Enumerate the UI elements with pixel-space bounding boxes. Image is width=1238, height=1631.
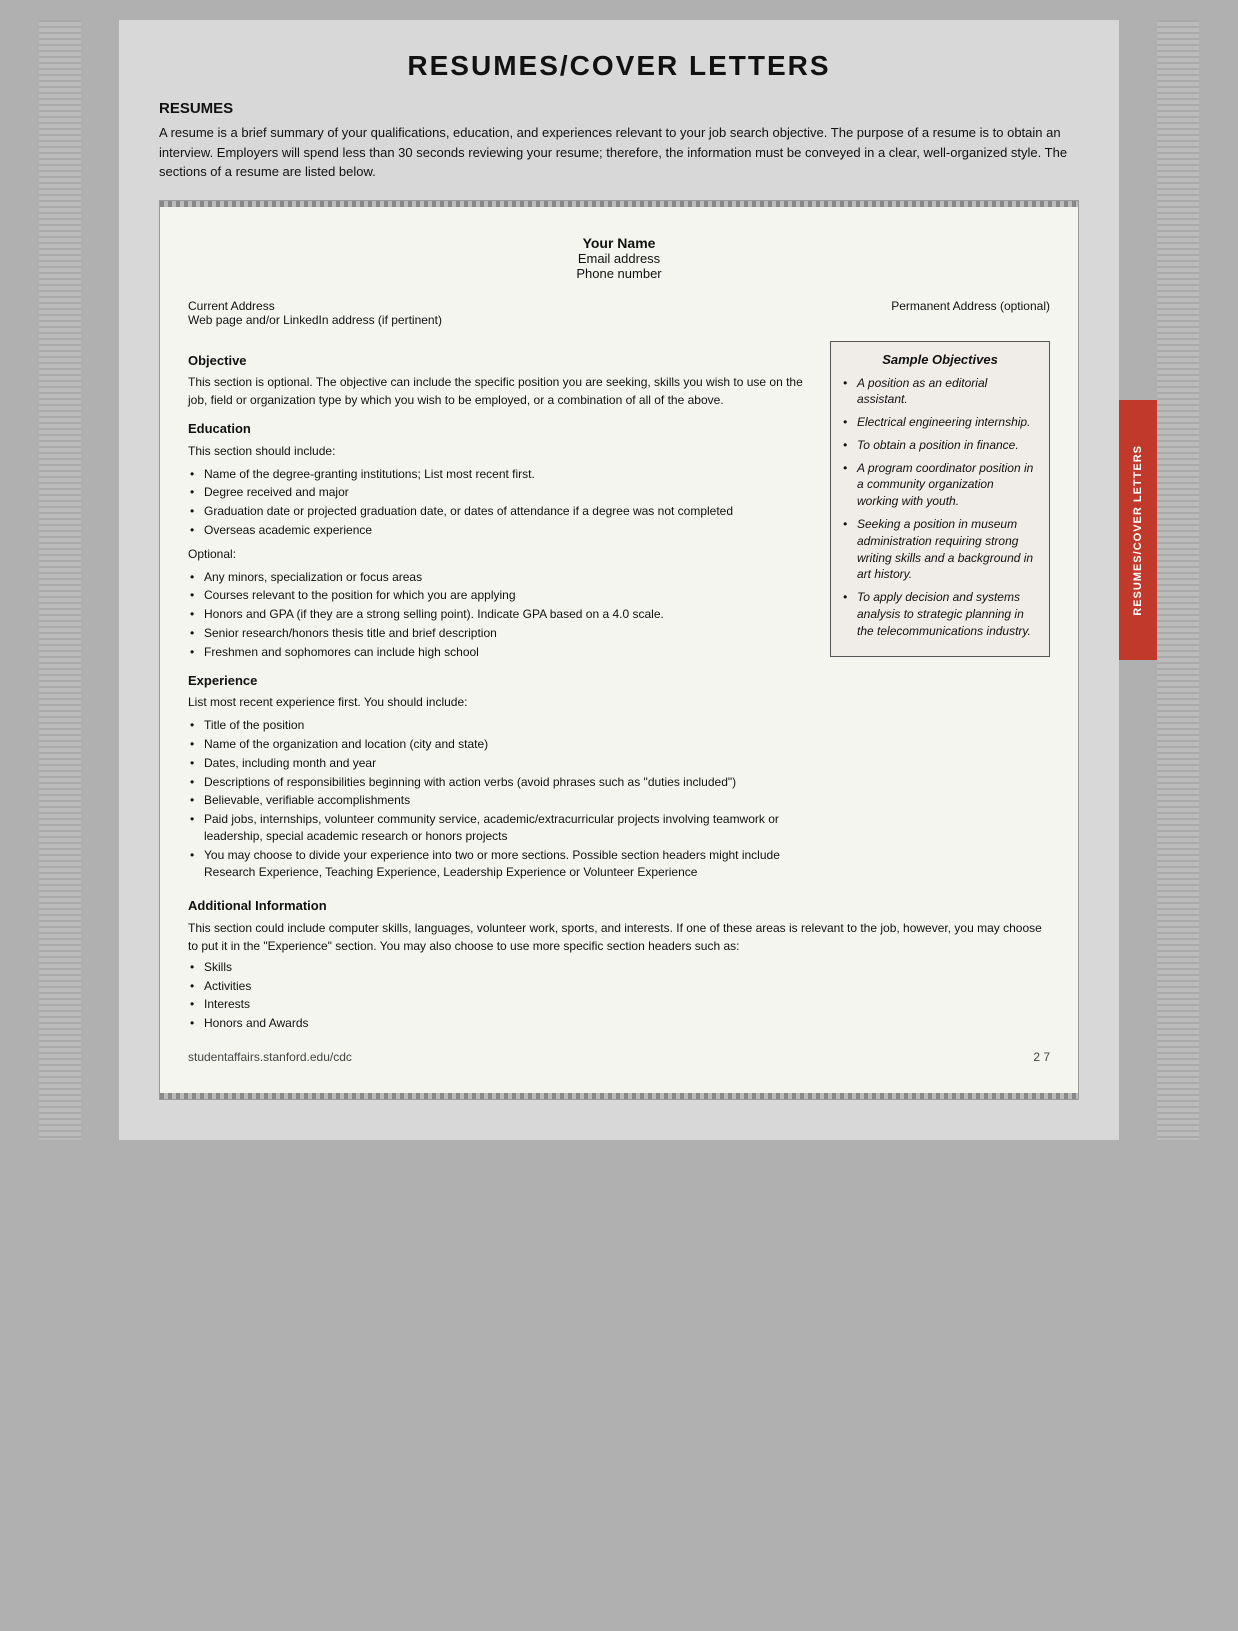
sample-objectives-box: Sample Objectives A position as an edito… — [830, 341, 1050, 657]
left-decorative-bars — [39, 20, 81, 1140]
education-title: Education — [188, 419, 810, 439]
education-optional-item: Any minors, specialization or focus area… — [188, 569, 810, 586]
main-title: RESUMES/COVER LETTERS — [159, 50, 1079, 82]
resumes-heading: RESUMES — [159, 100, 1079, 117]
footer-bar: studentaffairs.stanford.edu/cdc 2 7 — [188, 1050, 1050, 1064]
experience-intro: List most recent experience first. You s… — [188, 693, 810, 711]
side-tab: RESUMES/COVER LETTERS — [1119, 400, 1157, 660]
sample-objectives-list: A position as an editorial assistant. El… — [843, 375, 1037, 640]
experience-item: Name of the organization and location (c… — [188, 736, 810, 753]
web-address: Web page and/or LinkedIn address (if per… — [188, 313, 442, 327]
education-intro: This section should include: — [188, 442, 810, 460]
permanent-address: Permanent Address (optional) — [891, 299, 1050, 327]
experience-item: Title of the position — [188, 717, 810, 734]
doc-right-column: Sample Objectives A position as an edito… — [830, 341, 1050, 887]
additional-item: Skills — [188, 959, 1050, 976]
additional-item: Activities — [188, 978, 1050, 995]
sample-objectives-title: Sample Objectives — [843, 352, 1037, 367]
education-optional-item: Courses relevant to the position for whi… — [188, 587, 810, 604]
experience-list: Title of the position Name of the organi… — [188, 717, 810, 880]
phone-line: Phone number — [188, 266, 1050, 281]
sample-objective-item: A program coordinator position in a comm… — [843, 460, 1037, 510]
objective-text: This section is optional. The objective … — [188, 373, 810, 409]
additional-info-section: Additional Information This section coul… — [188, 896, 1050, 1032]
sample-objective-item: To obtain a position in finance. — [843, 437, 1037, 454]
sample-objective-item: A position as an editorial assistant. — [843, 375, 1037, 409]
additional-item: Interests — [188, 996, 1050, 1013]
address-left: Current Address Web page and/or LinkedIn… — [188, 299, 442, 327]
doc-header: Your Name Email address Phone number — [188, 235, 1050, 281]
education-item: Overseas academic experience — [188, 522, 810, 539]
education-item: Name of the degree-granting institutions… — [188, 466, 810, 483]
education-optional-item: Freshmen and sophomores can include high… — [188, 644, 810, 661]
education-list: Name of the degree-granting institutions… — [188, 466, 810, 539]
right-decorative-bars — [1157, 20, 1199, 1140]
experience-item: Dates, including month and year — [188, 755, 810, 772]
additional-item: Honors and Awards — [188, 1015, 1050, 1032]
additional-title: Additional Information — [188, 896, 1050, 916]
education-item: Degree received and major — [188, 484, 810, 501]
experience-item: You may choose to divide your experience… — [188, 847, 810, 881]
additional-list: Skills Activities Interests Honors and A… — [188, 959, 1050, 1032]
sample-objective-item: Electrical engineering internship. — [843, 414, 1037, 431]
doc-body: Objective This section is optional. The … — [188, 341, 1050, 887]
page-wrapper: RESUMES/COVER LETTERS RESUMES/COVER LETT… — [119, 20, 1119, 1140]
objective-title: Objective — [188, 351, 810, 371]
experience-item: Descriptions of responsibilities beginni… — [188, 774, 810, 791]
experience-item: Paid jobs, internships, volunteer commun… — [188, 811, 810, 845]
your-name: Your Name — [188, 235, 1050, 251]
doc-left-column: Objective This section is optional. The … — [188, 341, 810, 887]
footer-url: studentaffairs.stanford.edu/cdc — [188, 1050, 352, 1064]
education-optional-label: Optional: — [188, 545, 810, 563]
experience-item: Believable, verifiable accomplishments — [188, 792, 810, 809]
address-row: Current Address Web page and/or LinkedIn… — [188, 299, 1050, 327]
footer-page: 2 7 — [1033, 1050, 1050, 1064]
intro-text: A resume is a brief summary of your qual… — [159, 123, 1079, 182]
additional-text: This section could include computer skil… — [188, 919, 1050, 955]
side-tab-label: RESUMES/COVER LETTERS — [1132, 445, 1144, 616]
sample-objective-item: To apply decision and systems analysis t… — [843, 589, 1037, 639]
current-address: Current Address — [188, 299, 442, 313]
document-box: Your Name Email address Phone number Cur… — [159, 200, 1079, 1100]
education-optional-item: Senior research/honors thesis title and … — [188, 625, 810, 642]
education-optional-list: Any minors, specialization or focus area… — [188, 569, 810, 661]
education-optional-item: Honors and GPA (if they are a strong sel… — [188, 606, 810, 623]
education-item: Graduation date or projected graduation … — [188, 503, 810, 520]
sample-objective-item: Seeking a position in museum administrat… — [843, 516, 1037, 583]
experience-title: Experience — [188, 671, 810, 691]
email-line: Email address — [188, 251, 1050, 266]
